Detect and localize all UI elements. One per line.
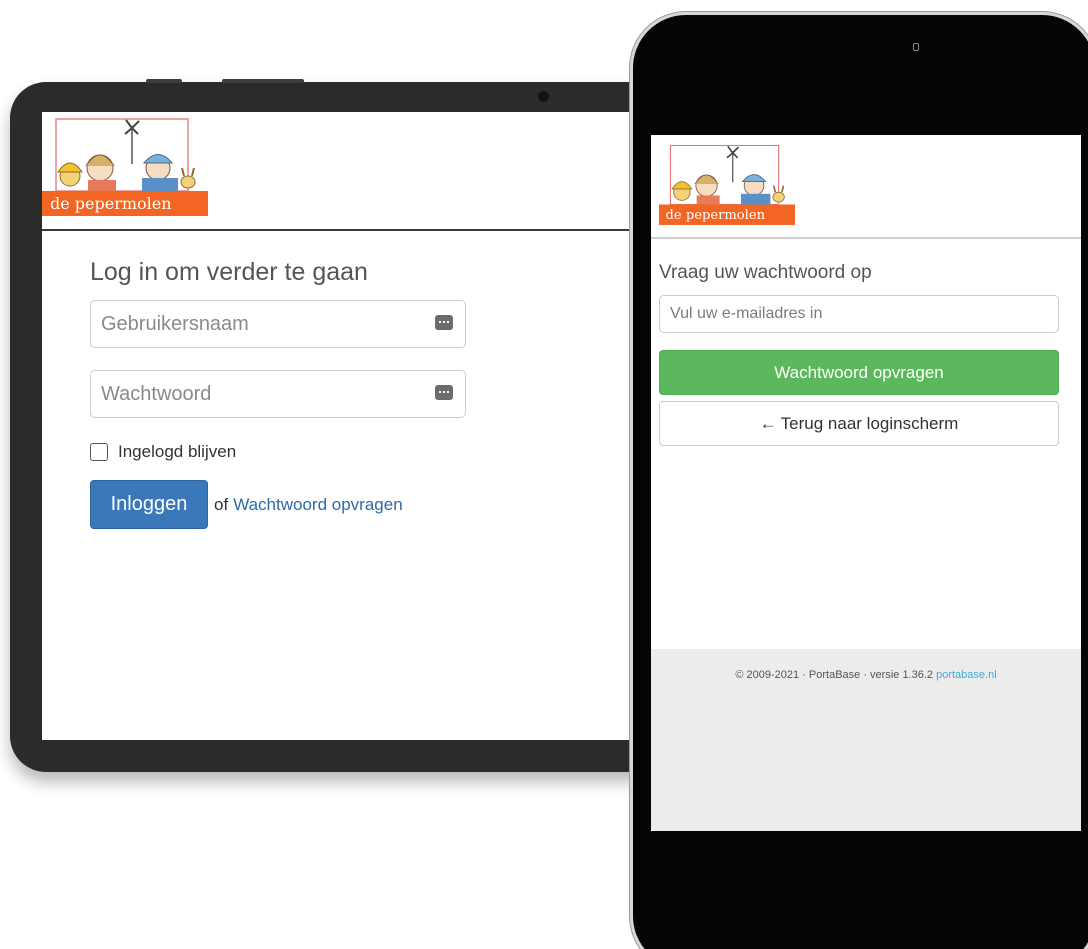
tablet-screen: de pepermolen Log in om verder te gaan I… [42, 112, 682, 740]
page-footer: © 2009-2021 · PortaBase · versie 1.36.2 … [651, 649, 1081, 831]
username-field[interactable] [90, 300, 466, 348]
back-to-login-button[interactable]: ← Terug naar loginscherm [659, 401, 1059, 446]
back-to-login-label: Terug naar loginscherm [780, 413, 959, 433]
password-manager-icon[interactable] [435, 315, 453, 330]
username-input[interactable] [91, 301, 465, 347]
login-button[interactable]: Inloggen [90, 480, 208, 529]
pepermolen-logo: de pepermolen [659, 144, 795, 225]
email-input[interactable] [660, 296, 1058, 332]
logo-text: de pepermolen [666, 208, 766, 223]
remember-label[interactable]: Ingelogd blijven [118, 442, 236, 462]
logo-text: de pepermolen [50, 194, 172, 213]
email-field[interactable] [659, 295, 1059, 333]
tablet-camera [538, 91, 549, 102]
phone-screen: de pepermolen Vraag uw wachtwoord op Wac… [651, 135, 1081, 831]
forgot-password-link[interactable]: Wachtwoord opvragen [233, 495, 402, 515]
tablet-side-button [146, 79, 182, 83]
password-input[interactable] [91, 371, 465, 417]
footer-link[interactable]: portabase.nl [936, 669, 997, 681]
remember-me[interactable]: Ingelogd blijven [90, 442, 470, 462]
password-manager-icon[interactable] [435, 385, 453, 400]
request-password-title: Vraag uw wachtwoord op [659, 262, 872, 283]
tablet-header: de pepermolen [42, 112, 682, 231]
login-form: Log in om verder te gaan Ingelogd blijve… [90, 258, 470, 529]
phone-speaker [913, 43, 919, 51]
phone-header: de pepermolen [651, 135, 1081, 239]
request-password-button[interactable]: Wachtwoord opvragen [659, 350, 1059, 395]
pepermolen-logo: de pepermolen [42, 118, 208, 216]
arrow-left-icon: ← [759, 413, 777, 433]
footer-copyright: © 2009-2021 · PortaBase · versie 1.36.2 [735, 669, 934, 681]
remember-checkbox[interactable] [90, 443, 108, 461]
phone-device: de pepermolen Vraag uw wachtwoord op Wac… [630, 12, 1088, 949]
tablet-device: de pepermolen Log in om verder te gaan I… [10, 79, 710, 772]
or-text: of [214, 494, 229, 514]
login-actions: Inloggen of Wachtwoord opvragen [90, 480, 470, 529]
tablet-volume-button [222, 79, 304, 83]
login-title: Log in om verder te gaan [90, 258, 368, 286]
request-password-form: Vraag uw wachtwoord op Wachtwoord opvrag… [659, 262, 1071, 446]
password-field[interactable] [90, 370, 466, 418]
